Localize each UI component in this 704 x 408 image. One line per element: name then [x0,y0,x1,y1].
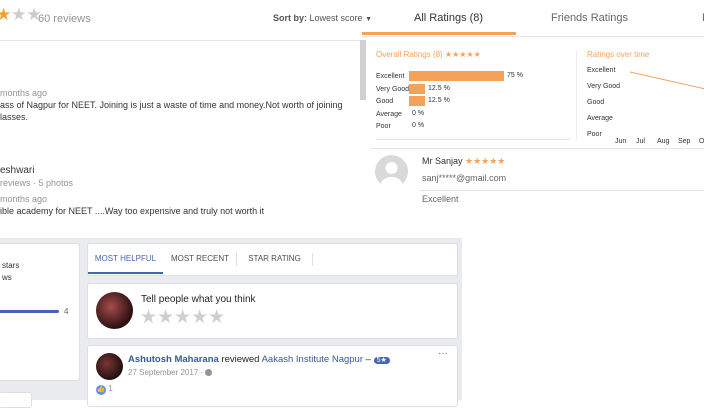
rating-row-bar [409,83,425,94]
fb-rating-summary: stars ws 4 [0,243,80,381]
post-date-text[interactable]: 27 September 2017 · [128,368,203,377]
review-time: months ago [0,194,48,204]
like-icon: 👍 [96,385,106,395]
fb-post: Ashutosh Maharana reviewed Aakash Instit… [87,345,458,407]
ratings-over-time-title: Ratings over time [587,50,650,59]
chart-baseline [376,139,571,140]
rating-row-percent: 0 % [412,122,425,129]
tab-separator [312,253,313,266]
user-silhouette-icon [380,162,403,188]
tab-star-rating[interactable]: STAR RATING [237,244,312,274]
reviewer-email: sanj*****@gmail.com [422,173,507,183]
sort-dropdown[interactable]: Sort by: Lowest score ▼ [273,13,372,23]
sort-value: Lowest score [309,13,363,23]
rating-row-percent: 12.5 % [428,97,450,104]
compose-prompt[interactable]: Tell people what you think [141,294,256,305]
summary-bar [0,310,59,313]
tab-most-recent[interactable]: MOST RECENT [164,244,236,274]
rating-row-percent: 12.5 % [428,84,450,92]
tab-active-underline [88,272,163,274]
rating-stars: ★★★ [0,6,42,25]
ratings-over-time-line [630,71,704,90]
divider [576,50,577,140]
time-chart-ylabel: Very Good [587,83,621,90]
time-chart-ylabel: Average [587,115,613,122]
time-chart-ylabel: Excellent [587,67,616,74]
tab-all-ratings[interactable]: All Ratings (8) [414,12,483,24]
summary-line-1: stars [2,261,20,270]
like-count: 👍 1 [96,384,113,395]
rating-row-bar [409,96,425,106]
tab-most-helpful[interactable]: MOST HELPFUL [88,244,163,274]
rating-row-percent: 75 % [507,72,523,79]
ratings-tabs: All Ratings (8) Friends Ratings F [362,0,704,37]
overall-ratings-title: Overall Ratings (8) ★★★★★ [376,50,481,59]
post-target[interactable]: Aakash Institute Nagpur [262,354,363,365]
overall-title-text: Overall Ratings (8) [376,50,443,59]
reviewer-rating-text: Excellent [422,194,459,204]
reviewer-meta: reviews · 5 photos [0,178,74,188]
tab-friends-ratings[interactable]: Friends Ratings [551,12,628,24]
time-chart-xlabel: Jun [615,138,627,145]
rating-row-label: Good [376,98,394,105]
post-dash: – [365,354,371,365]
divider [420,190,704,191]
post-date: 27 September 2017 · [128,368,213,377]
rating-row-bar [409,71,504,81]
review-time: months ago [0,88,48,98]
overall-stars: ★★★★★ [444,50,481,59]
star-rating-input[interactable]: ★★★★★ [140,306,225,329]
review-text: ible academy for NEET ....Way too expens… [0,206,265,216]
review-text: lasses. [0,112,29,122]
post-header: Ashutosh Maharana reviewed Aakash Instit… [128,354,390,365]
fb-compose-review: Tell people what you think ★★★★★ [87,283,458,339]
time-chart-xlabel: Aug [657,138,670,145]
review-text: ass of Nagpur for NEET. Joining is just … [0,100,343,110]
rating-row-label: Very Good [376,85,410,93]
post-action: reviewed [221,354,260,365]
reviewer-name[interactable]: eshwari [0,165,34,176]
rating-row-label: Poor [376,123,391,130]
avatar [375,155,408,188]
reviewer-stars: ★★★★★ [465,156,506,166]
reviewer-name: Mr Sanjay ★★★★★ [422,156,505,167]
time-chart-xlabel: O [699,138,704,145]
tab-active-underline [362,32,516,35]
summary-bar-value: 4 [64,307,69,316]
rating-row-label: Excellent [376,73,405,80]
fb-sort-tabs: MOST HELPFUL MOST RECENT STAR RATING [87,243,458,276]
avatar [96,353,123,380]
reviewer-name-text: Mr Sanjay [422,156,463,166]
summary-line-2: ws [2,273,12,282]
divider [0,40,362,41]
post-author[interactable]: Ashutosh Maharana [128,354,219,365]
star-empty-icon: ★ [11,5,27,24]
post-more-button[interactable]: ··· [438,348,448,359]
time-chart-ylabel: Good [587,99,605,106]
sort-label: Sort by: [273,13,308,23]
rating-row-label: Average [376,110,402,118]
time-chart-xlabel: Sep [678,138,691,145]
globe-icon [205,369,213,377]
rating-badge: 5★ [373,357,390,364]
like-count-text: 1 [108,384,113,393]
rating-row-percent: 0 % [412,109,425,117]
time-chart-ylabel: Poor [587,131,602,138]
scrollbar[interactable] [360,40,366,100]
time-chart-xlabel: Jul [636,138,645,145]
star-filled-icon: ★ [0,5,12,24]
divider [370,148,704,149]
review-count: 60 reviews [38,13,91,25]
avatar [96,292,133,329]
fb-small-panel [0,392,32,408]
